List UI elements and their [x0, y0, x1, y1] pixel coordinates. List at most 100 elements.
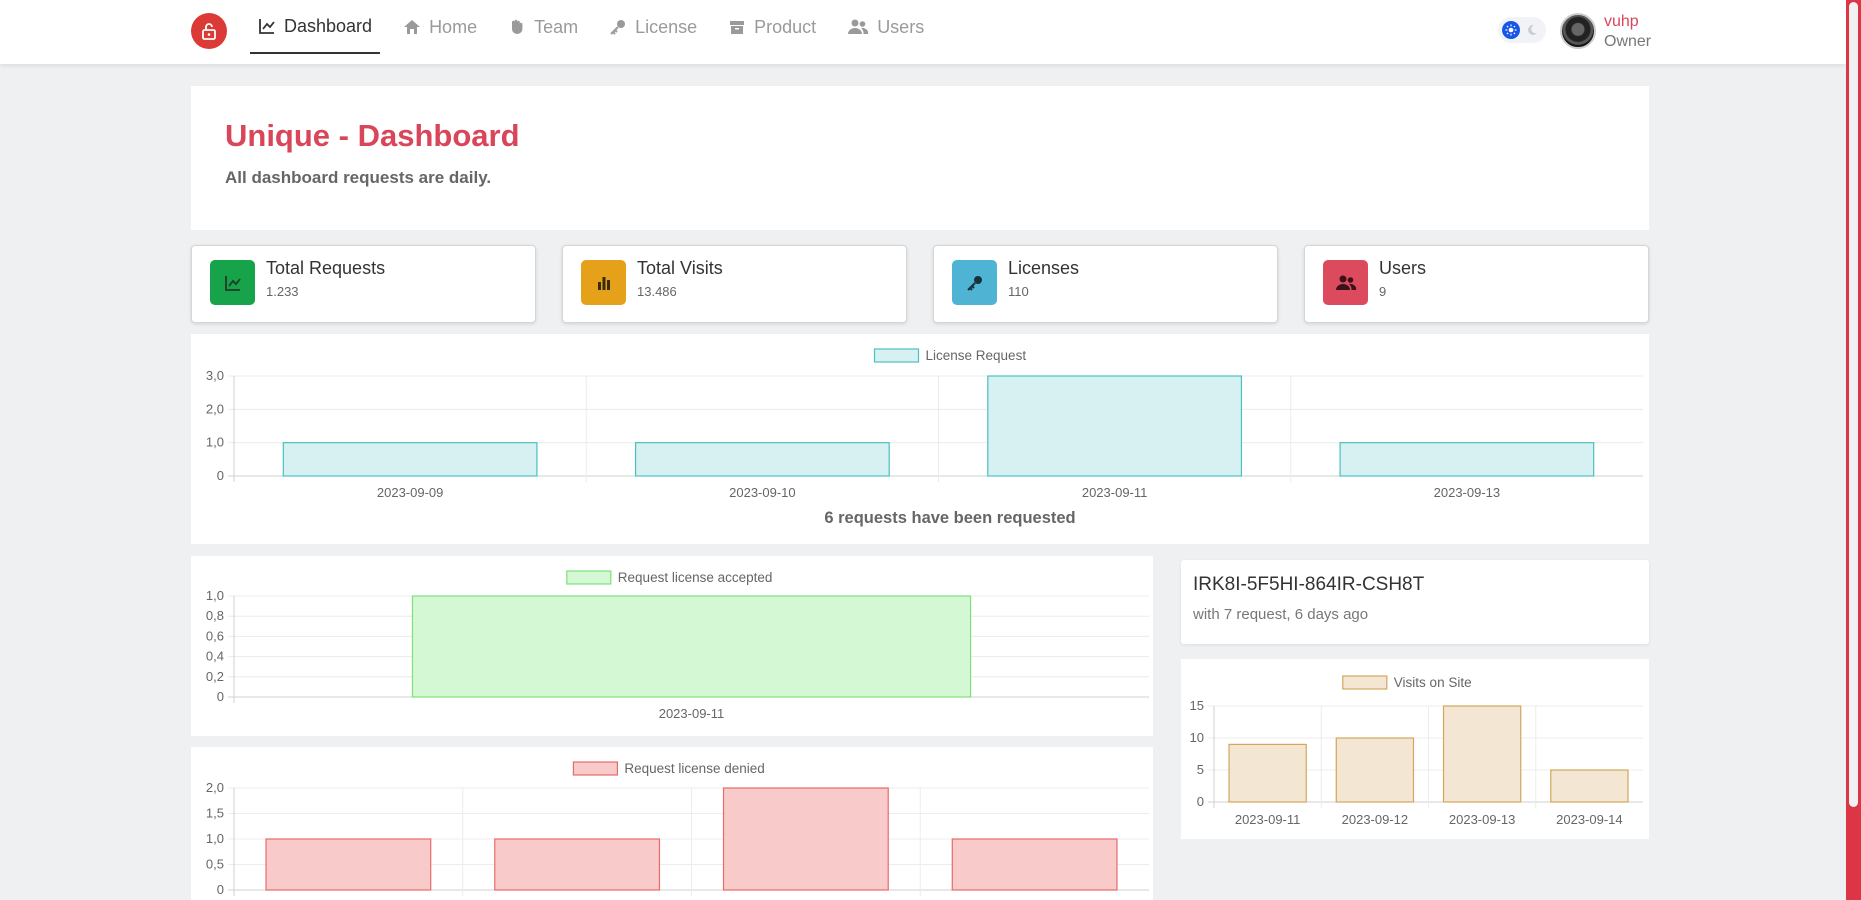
top-navbar: Dashboard Home Team License Product User…	[0, 0, 1846, 64]
theme-toggle[interactable]	[1498, 17, 1546, 43]
chart-footer: 6 requests have been requested	[824, 509, 1075, 527]
bar-visits-on-site[interactable]	[1442, 705, 1522, 803]
legend-label[interactable]: Request license denied	[624, 761, 764, 776]
legend-swatch[interactable]	[566, 570, 612, 585]
y-tick-label: 3,0	[206, 368, 224, 383]
bar-chart-icon	[581, 260, 626, 305]
top-license-key-card: IRK8I-5F5HI-864IR-CSH8T with 7 request, …	[1181, 560, 1649, 644]
stat-value: 9	[1379, 284, 1387, 299]
page-scrollbar[interactable]	[1846, 0, 1861, 900]
x-tick-label: 2023-09-11	[1082, 485, 1148, 500]
x-tick-label: 2023-09-09	[377, 485, 444, 500]
chart-line-icon	[210, 260, 255, 305]
stat-value: 13.486	[637, 284, 677, 299]
users-icon	[848, 19, 869, 34]
license-key: IRK8I-5F5HI-864IR-CSH8T	[1193, 574, 1425, 595]
x-tick-label: 2023-09-13	[1434, 485, 1501, 500]
bar-license-denied[interactable]	[722, 787, 889, 891]
page-subtitle: All dashboard requests are daily.	[225, 168, 492, 187]
home-icon	[404, 20, 421, 34]
main-nav: Dashboard Home Team License Product User…	[250, 0, 947, 64]
legend-swatch[interactable]	[1342, 675, 1388, 690]
legend-label[interactable]: Visits on Site	[1394, 675, 1472, 690]
license-accepted-chart-card: Request license accepted 0 0,2 0,4 0,6 0,8 1,0…	[191, 556, 1153, 736]
stat-label: Users	[1379, 258, 1427, 278]
users-icon	[1323, 260, 1368, 305]
moon-icon	[1528, 24, 1537, 35]
bar-license-request[interactable]	[1339, 442, 1595, 477]
bar-license-request[interactable]	[634, 442, 890, 477]
scrollbar-thumb[interactable]	[1849, 2, 1858, 807]
y-tick-label: 10	[1190, 730, 1204, 745]
y-tick-label: 0,5	[206, 857, 224, 872]
stat-total-requests: Total Requests 1.233	[191, 245, 536, 323]
stat-label: Total Visits	[637, 258, 723, 278]
y-tick-label: 1,0	[206, 435, 224, 450]
license-accepted-chart: Request license accepted 0 0,2 0,4 0,6 0,8 1,0…	[206, 570, 1149, 721]
stat-licenses: Licenses 110	[933, 245, 1278, 323]
bar-visits-on-site[interactable]	[1335, 737, 1415, 803]
sun-icon	[1502, 21, 1520, 39]
app-logo[interactable]	[191, 13, 227, 49]
y-tick-label: 1,0	[206, 831, 224, 846]
y-tick-label: 0,4	[206, 649, 224, 664]
y-tick-label: 0,6	[206, 628, 224, 643]
y-tick-label: 0	[217, 689, 224, 704]
nav-label: Team	[534, 16, 579, 37]
box-icon	[730, 21, 745, 34]
license-request-chart: License Request 0 1,0 2,0 3,0 2023-09-09 2023-…	[206, 348, 1643, 527]
license-denied-chart: Request license denied 0 0,5 1,0 1,5 2,0	[206, 761, 1149, 897]
visits-on-site-chart: Visits on Site 0 5 10 15 2023-09-11 2023-09-12…	[1190, 675, 1643, 827]
nav-product[interactable]: Product	[720, 0, 824, 54]
hand-icon	[512, 19, 523, 34]
bar-license-denied[interactable]	[951, 838, 1118, 891]
stat-total-visits: Total Visits 13.486	[562, 245, 907, 323]
nav-dashboard[interactable]: Dashboard	[250, 0, 381, 54]
nav-users[interactable]: Users	[839, 0, 932, 54]
bar-license-request[interactable]	[987, 375, 1243, 477]
license-key-info: with 7 request, 6 days ago	[1193, 606, 1369, 623]
x-tick-label: 2023-09-11	[1235, 812, 1301, 827]
visits-chart-card: Visits on Site 0 5 10 15 2023-09-11 2023-09-12…	[1181, 659, 1649, 839]
key-icon	[952, 260, 997, 305]
bar-visits-on-site[interactable]	[1228, 743, 1307, 803]
nav-label: Product	[754, 16, 817, 37]
x-tick-label: 2023-09-14	[1556, 812, 1623, 827]
page-title: Unique - Dashboard	[225, 118, 520, 153]
legend-label[interactable]: Request license accepted	[618, 570, 773, 585]
legend-swatch[interactable]	[873, 348, 920, 363]
bar-license-request[interactable]	[282, 442, 538, 477]
license-request-chart-card: License Request 0 1,0 2,0 3,0 2023-09-09 2023-…	[191, 334, 1649, 544]
legend-swatch[interactable]	[572, 761, 618, 776]
nav-label: License	[635, 16, 698, 37]
user-name[interactable]: vuhp	[1604, 13, 1639, 31]
chart-line-icon	[259, 19, 275, 34]
stat-value: 1.233	[266, 284, 299, 299]
bar-license-accepted[interactable]	[411, 595, 972, 698]
y-tick-label: 15	[1190, 698, 1204, 713]
y-tick-label: 0	[217, 882, 224, 897]
nav-label: Dashboard	[284, 15, 373, 36]
y-tick-label: 0,2	[206, 669, 224, 684]
nav-label: Users	[877, 16, 925, 37]
nav-home[interactable]: Home	[395, 0, 485, 54]
bar-license-denied[interactable]	[265, 838, 432, 891]
y-tick-label: 2,0	[206, 401, 224, 416]
x-tick-label: 2023-09-13	[1449, 812, 1516, 827]
stat-label: Licenses	[1008, 258, 1080, 278]
bar-visits-on-site[interactable]	[1550, 769, 1629, 803]
nav-label: Home	[429, 16, 478, 37]
bar-license-denied[interactable]	[494, 838, 661, 891]
nav-license[interactable]: License	[601, 0, 705, 54]
y-tick-label: 0	[217, 468, 224, 483]
nav-team[interactable]: Team	[500, 0, 586, 54]
x-tick-label: 2023-09-11	[659, 706, 725, 721]
stat-users: Users 9	[1304, 245, 1649, 323]
y-tick-label: 0,8	[206, 608, 224, 623]
avatar[interactable]	[1560, 13, 1596, 49]
y-tick-label: 0	[1197, 794, 1204, 809]
user-role: Owner	[1604, 33, 1652, 50]
stat-value: 110	[1008, 284, 1029, 299]
legend-label[interactable]: License Request	[926, 348, 1027, 363]
y-tick-label: 5	[1197, 762, 1204, 777]
